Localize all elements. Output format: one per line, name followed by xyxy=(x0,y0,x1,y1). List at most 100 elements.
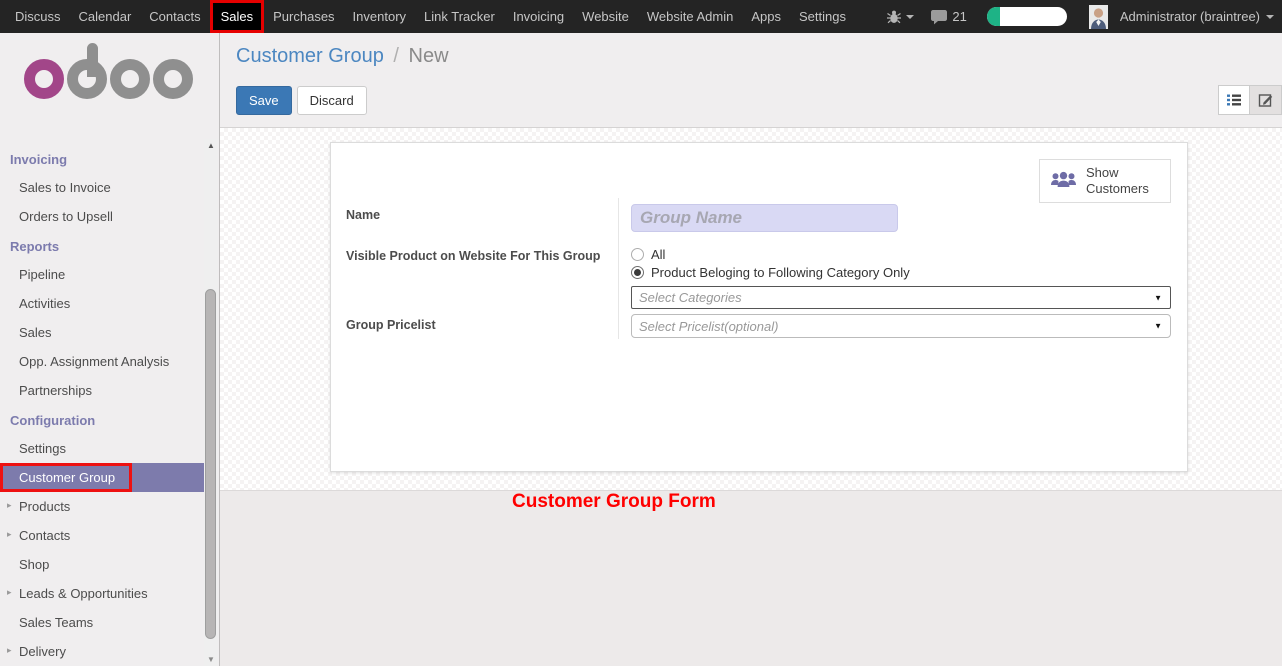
trial-timer-widget[interactable] xyxy=(987,7,1067,26)
logo-o3 xyxy=(153,59,193,99)
messages-indicator[interactable]: 21 xyxy=(930,9,966,25)
logo-area xyxy=(0,33,219,138)
sidebar-item-products[interactable]: ▸ Products xyxy=(0,492,204,521)
odoo-app-window: Discuss Calendar Contacts Sales Purchase… xyxy=(0,0,1282,666)
sidebar-item-label: Delivery xyxy=(19,644,66,659)
categories-select-placeholder: Select Categories xyxy=(632,290,742,305)
list-view-button[interactable] xyxy=(1218,85,1250,115)
timer-progress xyxy=(987,7,1000,26)
pricelist-select-placeholder: Select Pricelist(optional) xyxy=(632,319,778,334)
annotation-caption: Customer Group Form xyxy=(512,491,716,513)
radio-option-all[interactable]: All xyxy=(631,245,1171,263)
sidebar-item-orders-to-upsell[interactable]: Orders to Upsell xyxy=(0,202,204,231)
discard-button[interactable]: Discard xyxy=(297,86,367,115)
customers-group-icon xyxy=(1050,171,1077,192)
radio-option-all-label: All xyxy=(651,247,665,262)
radio-option-category-label: Product Beloging to Following Category O… xyxy=(651,265,910,280)
sidebar-item-customer-group[interactable]: Customer Group xyxy=(0,463,204,492)
pricelist-select[interactable]: Select Pricelist(optional) ▼ xyxy=(631,314,1171,338)
sidebar-item-sales-teams[interactable]: Sales Teams xyxy=(0,608,204,637)
sidebar-heading-invoicing: Invoicing xyxy=(0,144,219,173)
top-navbar: Discuss Calendar Contacts Sales Purchase… xyxy=(0,0,1282,33)
annotation-highlight-box: Customer Group xyxy=(0,463,132,492)
sidebar-item-leads-opportunities[interactable]: ▸ Leads & Opportunities xyxy=(0,579,204,608)
nav-item-sales[interactable]: Sales xyxy=(210,0,265,33)
annotation-area: Customer Group Form xyxy=(220,490,1282,666)
nav-item-discuss[interactable]: Discuss xyxy=(6,0,70,33)
bug-icon xyxy=(886,9,902,25)
chevron-down-icon: ▼ xyxy=(1154,293,1162,302)
nav-item-website-admin[interactable]: Website Admin xyxy=(638,0,742,33)
nav-item-website[interactable]: Website xyxy=(573,0,638,33)
control-panel: Customer Group / New Save Discard xyxy=(220,33,1282,128)
sidebar-item-sales[interactable]: Sales xyxy=(0,318,204,347)
nav-item-contacts[interactable]: Contacts xyxy=(140,0,209,33)
form-column-separator xyxy=(618,198,619,339)
sidebar-item-partnerships[interactable]: Partnerships xyxy=(0,376,204,405)
nav-item-calendar[interactable]: Calendar xyxy=(70,0,141,33)
sidebar-item-shop[interactable]: Shop xyxy=(0,550,204,579)
view-switcher xyxy=(1218,85,1282,115)
save-button[interactable]: Save xyxy=(236,86,292,115)
main-area: Customer Group / New Save Discard xyxy=(220,33,1282,666)
name-label: Name xyxy=(331,204,618,232)
sidebar-item-opp-assignment-analysis[interactable]: Opp. Assignment Analysis xyxy=(0,347,204,376)
group-name-input[interactable] xyxy=(631,204,898,232)
sidebar-item-delivery[interactable]: ▸ Delivery xyxy=(0,637,204,666)
sidebar-scrollbar[interactable]: ▲ ▼ xyxy=(204,139,218,666)
list-icon xyxy=(1226,93,1242,107)
nav-item-invoicing[interactable]: Invoicing xyxy=(504,0,573,33)
debug-menu[interactable] xyxy=(886,9,914,25)
nav-item-settings[interactable]: Settings xyxy=(790,0,855,33)
sidebar-item-pipeline[interactable]: Pipeline xyxy=(0,260,204,289)
visible-product-label: Visible Product on Website For This Grou… xyxy=(331,245,618,309)
sidebar-item-contacts[interactable]: ▸ Contacts xyxy=(0,521,204,550)
sidebar-item-label: Products xyxy=(19,499,70,514)
sidebar-item-label: Contacts xyxy=(19,528,70,543)
sidebar-item-activities[interactable]: Activities xyxy=(0,289,204,318)
group-pricelist-label: Group Pricelist xyxy=(331,314,618,338)
expand-caret-icon: ▸ xyxy=(7,587,12,598)
breadcrumb-current: New xyxy=(409,45,449,67)
show-customers-label: Show Customers xyxy=(1086,165,1149,197)
radio-unselected-icon xyxy=(631,248,644,261)
show-customers-button[interactable]: Show Customers xyxy=(1039,159,1171,203)
odoo-logo xyxy=(24,59,196,99)
expand-caret-icon: ▸ xyxy=(7,645,12,656)
sidebar-item-settings[interactable]: Settings xyxy=(0,434,204,463)
customer-group-form-sheet: Show Customers Name xyxy=(330,142,1188,472)
sidebar-heading-reports: Reports xyxy=(0,231,219,260)
nav-item-purchases[interactable]: Purchases xyxy=(264,0,343,33)
logo-o1 xyxy=(24,59,64,99)
scrollbar-thumb[interactable] xyxy=(205,289,216,639)
radio-option-category[interactable]: Product Beloging to Following Category O… xyxy=(631,263,1171,281)
chat-bubble-icon xyxy=(930,9,948,25)
edit-form-icon xyxy=(1258,92,1274,108)
sidebar-item-sales-to-invoice[interactable]: Sales to Invoice xyxy=(0,173,204,202)
sidebar: Invoicing Sales to Invoice Orders to Ups… xyxy=(0,33,220,666)
breadcrumb: Customer Group / New xyxy=(236,45,449,68)
record-actions: Save Discard xyxy=(236,86,367,115)
scroll-up-icon[interactable]: ▲ xyxy=(204,141,218,150)
form-view-button[interactable] xyxy=(1250,85,1282,115)
avatar[interactable] xyxy=(1089,5,1108,29)
sidebar-menu: Invoicing Sales to Invoice Orders to Ups… xyxy=(0,138,219,666)
sidebar-heading-configuration: Configuration xyxy=(0,405,219,434)
nav-item-inventory[interactable]: Inventory xyxy=(344,0,415,33)
user-menu-label[interactable]: Administrator (braintree) xyxy=(1120,9,1260,24)
navbar-right-cluster: 21 Administrator (braintree) xyxy=(876,0,1282,33)
breadcrumb-separator: / xyxy=(389,45,403,67)
categories-select[interactable]: Select Categories ▼ xyxy=(631,286,1171,309)
breadcrumb-customer-group-link[interactable]: Customer Group xyxy=(236,45,384,67)
form-view-background: Show Customers Name xyxy=(220,128,1282,490)
chevron-down-icon xyxy=(906,15,914,19)
nav-item-apps[interactable]: Apps xyxy=(742,0,790,33)
user-menu-chevron-icon[interactable] xyxy=(1266,15,1274,19)
sidebar-item-label: Leads & Opportunities xyxy=(19,586,148,601)
chevron-down-icon: ▼ xyxy=(1154,322,1162,331)
message-count: 21 xyxy=(952,9,966,24)
nav-item-link-tracker[interactable]: Link Tracker xyxy=(415,0,504,33)
scroll-down-icon[interactable]: ▼ xyxy=(204,655,218,664)
logo-d xyxy=(67,59,107,99)
logo-o2 xyxy=(110,59,150,99)
